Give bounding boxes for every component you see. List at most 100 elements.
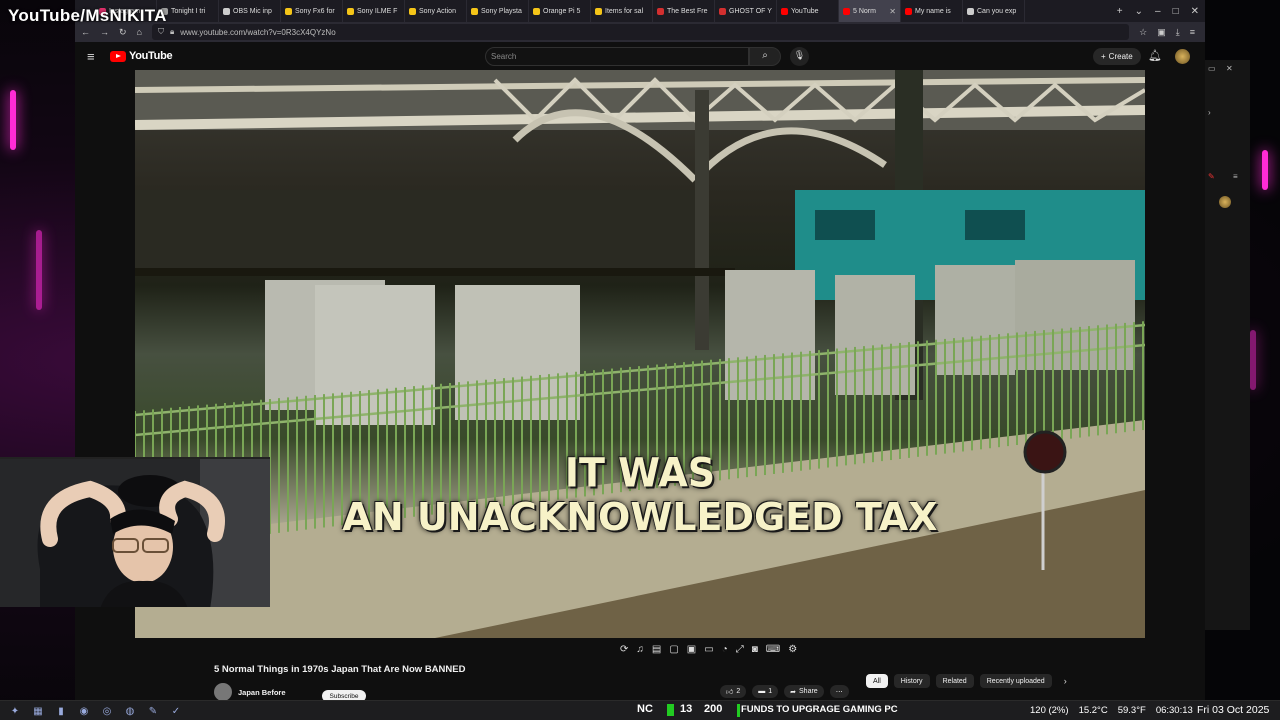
start-icon[interactable]: ✦ [8,704,22,718]
extension-toolbar: ⟳ ♫ ▤ ▢ ▣ ▭ ◔ ⤢ ◙ ⌨ ⚙ [620,644,797,655]
chrome-icon[interactable]: ◍ [123,704,137,718]
panel-expand-icon[interactable]: › [1208,108,1211,117]
paint-icon[interactable]: ✎ [146,704,160,718]
share-button[interactable]: ➦ Share [784,685,824,698]
browser-tab[interactable]: Can you exp [963,0,1025,22]
browser-tab[interactable]: YouTube [777,0,839,22]
thumbs-up-icon: 👍︎ [726,689,734,696]
channel-avatar[interactable] [214,683,232,701]
settings-gear-icon[interactable]: ⚙ [788,644,797,655]
minimize-icon[interactable]: – [1155,6,1161,17]
chip-related[interactable]: Related [935,674,974,688]
panel-minimize-icon[interactable]: ▭ [1208,64,1216,73]
browser-tab[interactable]: Sony Action [405,0,467,22]
share-label: Share [799,688,818,695]
tab-label: Can you exp [977,7,1017,15]
youtube-logo-text: YouTube [129,50,173,62]
tab-bar: Instagram Tonight I tri OBS Mic inp Sony Fx… [75,0,1205,22]
notifications-bell-icon[interactable]: 🔔︎ [1148,49,1162,62]
search-icon[interactable]: ⌕ [749,47,781,66]
chip-all[interactable]: All [866,674,888,688]
check-icon[interactable]: ✓ [169,704,183,718]
tab-favicon-icon [223,7,230,15]
audio-icon[interactable]: ♫ [636,644,644,655]
extension-icon[interactable]: ▣ [1157,27,1166,38]
file-explorer-icon[interactable]: ▦ [31,704,45,718]
keyboard-icon[interactable]: ⌨ [766,644,780,655]
browser-tab[interactable]: Orange Pi 5 [529,0,591,22]
back-icon[interactable]: ← [81,27,90,37]
browser-tab[interactable]: 5 Norm ✕ [839,0,901,22]
goal-target: 200 [704,703,723,715]
system-tray: 120 (2%) 15.2°C 59.3°F 06:30:13 [1030,705,1193,716]
obs-icon[interactable]: ◎ [100,704,114,718]
download-icon[interactable]: ⤓ [1176,27,1180,38]
browser-tab[interactable]: Sony Fx6 for [281,0,343,22]
channel-name[interactable]: Japan Before [238,688,286,697]
address-bar[interactable]: ⛉ 🔒︎ www.youtube.com/watch?v=0R3cX4QYzNo [151,24,1130,40]
camera-icon[interactable]: ◙ [752,644,758,655]
youtube-logo[interactable]: YouTube [110,50,173,62]
taskbar-apps: ✦ ▦ ▮ ◉ ◎ ◍ ✎ ✓ [8,704,183,718]
terminal-icon[interactable]: ▮ [54,704,68,718]
comments-button[interactable]: ▬ 1 [752,685,779,698]
forward-icon[interactable]: → [100,27,109,37]
close-window-icon[interactable]: ✕ [1191,6,1199,17]
tab-favicon-icon [905,7,912,15]
bookmark-star-icon[interactable]: ☆ [1139,27,1147,38]
tab-label: Sony ILME F [357,7,398,15]
account-avatar[interactable] [1175,49,1190,64]
browser-tab[interactable]: My name is [901,0,963,22]
tab-label: OBS Mic inp [233,7,272,15]
window-icon[interactable]: ▢ [669,644,678,655]
search-input[interactable]: Search [485,47,749,66]
browser-tab[interactable]: Sony Playsta [467,0,529,22]
screenshot-icon[interactable]: ▤ [652,644,661,655]
recommendation-chips: All History Related Recently uploaded › [866,674,1067,688]
more-actions-button[interactable]: ⋯ [829,685,849,698]
panel-close-icon[interactable]: ✕ [1226,64,1233,73]
browser-tab[interactable]: The Best Fre [653,0,715,22]
taskbar: ✦ ▦ ▮ ◉ ◎ ◍ ✎ ✓ NC 13 200 FUNDS TO UPGRA… [0,700,1280,720]
tab-label: Sony Action [419,7,456,15]
funds-progress-bar [737,704,740,717]
tab-favicon-icon [843,7,850,15]
browser-tab[interactable]: GHOST OF Y [715,0,777,22]
speed-icon[interactable]: ◔ [722,644,728,655]
chevron-right-icon[interactable]: › [1064,674,1067,688]
chip-recently-uploaded[interactable]: Recently uploaded [979,674,1052,688]
hamburger-icon[interactable]: ≡ [87,49,95,64]
create-button[interactable]: + Create [1093,48,1141,65]
close-tab-icon[interactable]: ✕ [889,7,896,16]
shield-icon: ⛉ [157,27,164,36]
pip-icon[interactable]: ▣ [687,644,696,655]
toolbar-extensions: ☆ ▣ ⤓ ≡ [1139,27,1205,38]
reload-icon[interactable]: ↻ [119,27,127,38]
microphone-icon[interactable]: 🎙︎ [790,47,809,66]
loop-icon[interactable]: ⟳ [620,644,628,655]
new-tab-icon[interactable]: + [1117,6,1123,17]
expand-icon[interactable]: ⤢ [736,644,744,655]
tab-favicon-icon [347,7,354,15]
maximize-icon[interactable]: □ [1173,6,1179,17]
funds-goal-text: FUNDS TO UPGRAGE GAMING PC [741,704,898,715]
pin-icon[interactable]: ✎ [1208,172,1215,181]
like-button[interactable]: 👍︎ 2 [720,685,747,698]
tab-favicon-icon [285,7,292,15]
home-icon[interactable]: ⌂ [137,27,142,37]
menu-icon[interactable]: ≡ [1190,27,1195,38]
tab-list-icon[interactable]: ⌄ [1135,6,1143,17]
chip-history[interactable]: History [893,674,930,688]
share-icon: ➦ [790,688,797,696]
browser-tab[interactable]: Sony ILME F [343,0,405,22]
panel-menu-icon[interactable]: ≡ [1233,172,1238,181]
tab-label: 5 Norm [853,7,876,15]
browser-tab[interactable]: OBS Mic inp [219,0,281,22]
video-player[interactable]: IT WAS AN UNACKNOWLEDGED TAX [135,70,1145,638]
browser-tab[interactable]: Items for sal [591,0,653,22]
panel-avatar[interactable] [1219,196,1231,208]
browser-icon[interactable]: ◉ [77,704,91,718]
theater-icon[interactable]: ▭ [704,644,713,655]
temperature-f: 59.3°F [1117,705,1146,716]
tab-label: Sony Fx6 for [295,7,335,15]
